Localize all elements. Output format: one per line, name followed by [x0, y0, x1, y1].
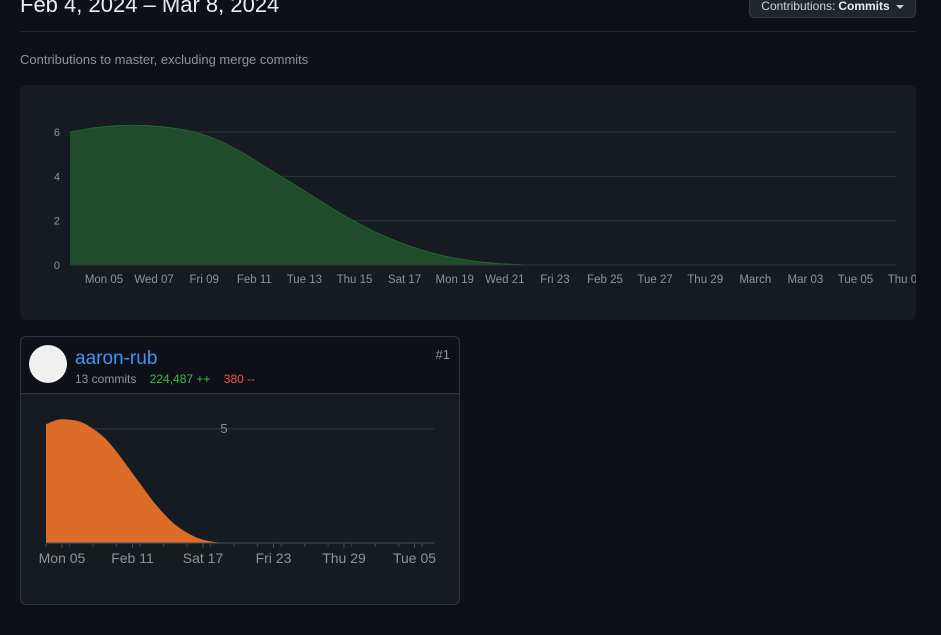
page-title: Feb 4, 2024 – Mar 8, 2024: [20, 0, 280, 17]
x-tick-label: Thu 29: [322, 550, 366, 566]
header-divider: [20, 31, 916, 32]
contrib-value: Commits: [838, 0, 890, 13]
x-tick-label: Feb 25: [587, 274, 623, 286]
chart-subtitle: Contributions to master, excluding merge…: [20, 52, 309, 67]
main-contributions-chart: 0 2 4 6 Mon 05 Wed 07 Fri 09 Feb 11 Tue 13 Thu 15…: [20, 85, 916, 320]
x-tick-label: Sat 17: [388, 274, 421, 286]
x-tick-label: March: [739, 274, 771, 286]
x-tick-label: Mar 03: [788, 274, 824, 286]
contributor-card: aaron-rub 13 commits 224,487 ++ 380 -- #…: [20, 336, 460, 605]
deletions-count: 380 --: [223, 372, 256, 386]
x-tick-label: Mon 05: [39, 550, 86, 566]
main-chart-svg: 0 2 4 6 Mon 05 Wed 07 Fri 09 Feb 11 Tue 13 Thu 15…: [54, 124, 916, 286]
y-tick-label: 0: [54, 260, 60, 272]
chevron-down-icon: [895, 4, 904, 9]
contributor-stats: 13 commits 224,487 ++ 380 --: [75, 372, 255, 386]
y-tick-label: 5: [220, 421, 227, 436]
x-tick-label: Feb 11: [111, 550, 154, 566]
x-tick-label: Fri 23: [256, 550, 292, 566]
x-tick-label: Fri 23: [540, 274, 569, 286]
x-tick-label: Thu 29: [687, 274, 723, 286]
x-tick-label: Sat 17: [183, 550, 224, 566]
commit-count[interactable]: 13 commits: [75, 372, 136, 386]
x-tick-label: Fri 09: [189, 274, 218, 286]
x-tick-label: Tue 05: [393, 550, 436, 566]
contrib-prefix: Contributions:: [761, 0, 836, 13]
contributor-chart-svg: 5 Mon 05 Feb 11 Sat 17 Fri 23 Thu 29 Tue 05: [39, 419, 436, 566]
x-tick-label: Thu 07: [888, 274, 916, 286]
x-tick-label: Tue 05: [838, 274, 873, 286]
y-tick-label: 6: [54, 127, 60, 139]
x-tick-label: Wed 07: [134, 274, 173, 286]
y-tick-label: 2: [54, 216, 60, 228]
x-tick-label: Wed 21: [485, 274, 524, 286]
contributor-rank: #1: [435, 347, 450, 362]
contributions-type-dropdown[interactable]: Contributions: Commits: [749, 0, 916, 18]
x-tick-label: Tue 13: [287, 274, 322, 286]
x-tick-label: Mon 05: [85, 274, 123, 286]
series-area: [70, 125, 896, 266]
x-tick-label: Thu 15: [337, 274, 373, 286]
avatar[interactable]: [29, 345, 67, 383]
contributor-card-header: aaron-rub 13 commits 224,487 ++ 380 -- #…: [21, 337, 459, 394]
x-tick-label: Mon 19: [436, 274, 474, 286]
series-area: [46, 419, 434, 544]
x-tick-label: Feb 11: [237, 274, 272, 286]
x-tick-label: Tue 27: [637, 274, 672, 286]
contributor-username-link[interactable]: aaron-rub: [75, 348, 157, 370]
y-tick-label: 4: [54, 171, 60, 183]
additions-count: 224,487 ++: [149, 372, 211, 386]
